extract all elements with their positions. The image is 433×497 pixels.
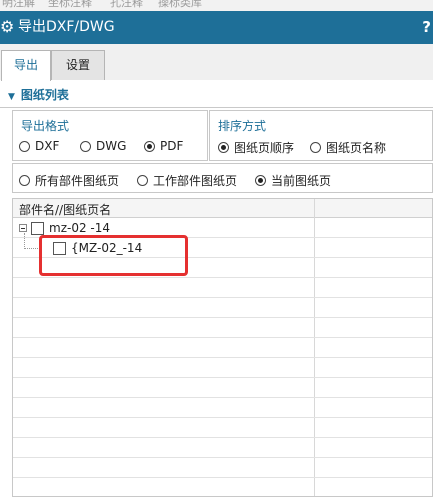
radio-label: 图纸页名称 — [326, 141, 387, 155]
dialog-title-bar: ⚙ 导出DXF/DWG ? — [0, 11, 433, 44]
gear-icon: ⚙ — [0, 17, 15, 36]
radio-sheet-order[interactable]: 图纸页顺序 — [218, 139, 294, 156]
row-divider — [13, 437, 432, 438]
column-header-part-sheet-name[interactable]: 部件名//图纸页名 — [19, 201, 111, 218]
radio-dxf[interactable]: DXF — [19, 139, 59, 153]
radio-label: 图纸页顺序 — [234, 141, 295, 155]
radio-sheet-name[interactable]: 图纸页名称 — [310, 139, 386, 156]
grid-header: 部件名//图纸页名 — [13, 199, 432, 218]
ribbon-item-text[interactable]: 坐标注释 — [48, 0, 92, 10]
radio-label: DXF — [35, 139, 60, 153]
tree-connector — [24, 248, 38, 249]
ribbon-item-text[interactable]: 孔注释 — [110, 0, 143, 10]
help-button[interactable]: ? — [422, 17, 431, 37]
row-divider — [13, 317, 432, 318]
section-header-drawing-list[interactable]: ▼ 图纸列表 — [8, 86, 69, 103]
radio-circle[interactable] — [19, 140, 30, 152]
radio-label: 所有部件图纸页 — [35, 174, 120, 188]
part-checkbox[interactable] — [31, 221, 44, 235]
tree-node-label: mz-02 -14 — [49, 221, 111, 235]
row-divider — [13, 357, 432, 358]
row-divider — [13, 337, 432, 338]
tab-settings[interactable]: 设置 — [51, 50, 105, 80]
radio-circle-selected[interactable] — [144, 140, 155, 152]
row-divider — [13, 277, 432, 278]
sort-method-title: 排序方式 — [218, 119, 267, 133]
radio-label: PDF — [160, 139, 184, 153]
radio-dwg[interactable]: DWG — [80, 139, 126, 153]
highlight-annotation — [39, 235, 188, 276]
tab-bar: 导出 设置 — [0, 44, 433, 81]
row-divider — [13, 377, 432, 378]
ribbon-item-text[interactable]: 操标类库 — [158, 0, 202, 10]
row-divider — [13, 297, 432, 298]
dialog-title: 导出DXF/DWG — [18, 19, 115, 35]
radio-all-part-sheets[interactable]: 所有部件图纸页 — [19, 172, 119, 189]
sort-method-group: 排序方式 图纸页顺序 图纸页名称 — [209, 110, 433, 161]
ribbon-item-text[interactable]: 明注解 — [2, 0, 35, 10]
radio-circle[interactable] — [137, 175, 148, 186]
export-format-group: 导出格式 DXF DWG PDF — [12, 110, 208, 161]
clipped-ribbon-strip: 明注解 坐标注释 孔注释 操标类库 — [0, 0, 433, 11]
row-divider — [13, 397, 432, 398]
row-divider — [13, 417, 432, 418]
radio-label: DWG — [96, 139, 127, 153]
radio-circle-selected[interactable] — [218, 142, 229, 153]
tree-connector — [24, 233, 25, 249]
row-divider — [13, 477, 432, 478]
tree-row-part[interactable]: mz-02 -14 — [19, 221, 110, 235]
tab-export[interactable]: 导出 — [1, 50, 51, 81]
radio-circle[interactable] — [310, 142, 321, 153]
radio-work-part-sheets[interactable]: 工作部件图纸页 — [137, 172, 237, 189]
radio-circle[interactable] — [80, 140, 91, 152]
collapse-toggle-icon[interactable] — [19, 224, 27, 232]
radio-circle-selected[interactable] — [255, 175, 266, 186]
section-title: 图纸列表 — [20, 88, 69, 102]
column-separator — [314, 199, 315, 496]
export-format-title: 导出格式 — [21, 119, 70, 133]
radio-current-sheet[interactable]: 当前图纸页 — [255, 172, 331, 189]
radio-pdf[interactable]: PDF — [144, 139, 183, 153]
row-divider — [13, 457, 432, 458]
radio-label: 当前图纸页 — [271, 174, 332, 188]
scope-group: 所有部件图纸页 工作部件图纸页 当前图纸页 — [12, 163, 433, 193]
radio-circle[interactable] — [19, 175, 30, 186]
collapse-caret-icon[interactable]: ▼ — [8, 92, 15, 102]
divider — [0, 107, 433, 108]
radio-label: 工作部件图纸页 — [153, 174, 238, 188]
